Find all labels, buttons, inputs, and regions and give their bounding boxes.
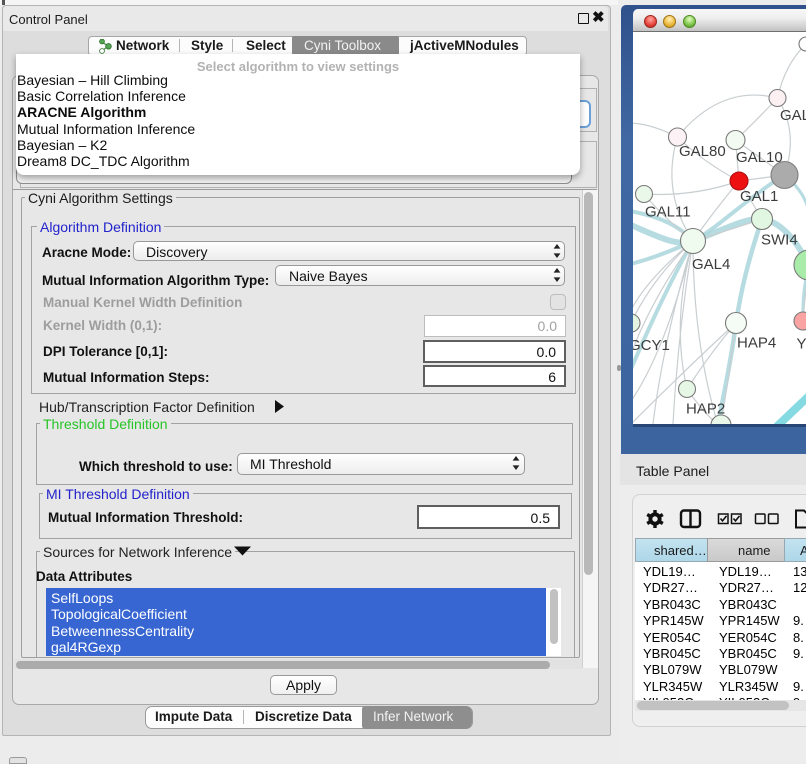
svg-text:Y: Y bbox=[797, 336, 806, 353]
svg-text:GAL80: GAL80 bbox=[679, 143, 726, 160]
svg-text:HAP4: HAP4 bbox=[737, 335, 776, 352]
svg-text:GCY1: GCY1 bbox=[633, 337, 670, 354]
svg-text:HAP2: HAP2 bbox=[686, 401, 725, 418]
svg-text:GAL11: GAL11 bbox=[645, 204, 691, 221]
svg-text:GAL: GAL bbox=[780, 107, 806, 124]
svg-text:GAL4: GAL4 bbox=[692, 256, 730, 273]
svg-text:GAL1: GAL1 bbox=[740, 188, 778, 205]
svg-text:SWI4: SWI4 bbox=[761, 232, 798, 249]
svg-text:GAL10: GAL10 bbox=[736, 149, 783, 166]
